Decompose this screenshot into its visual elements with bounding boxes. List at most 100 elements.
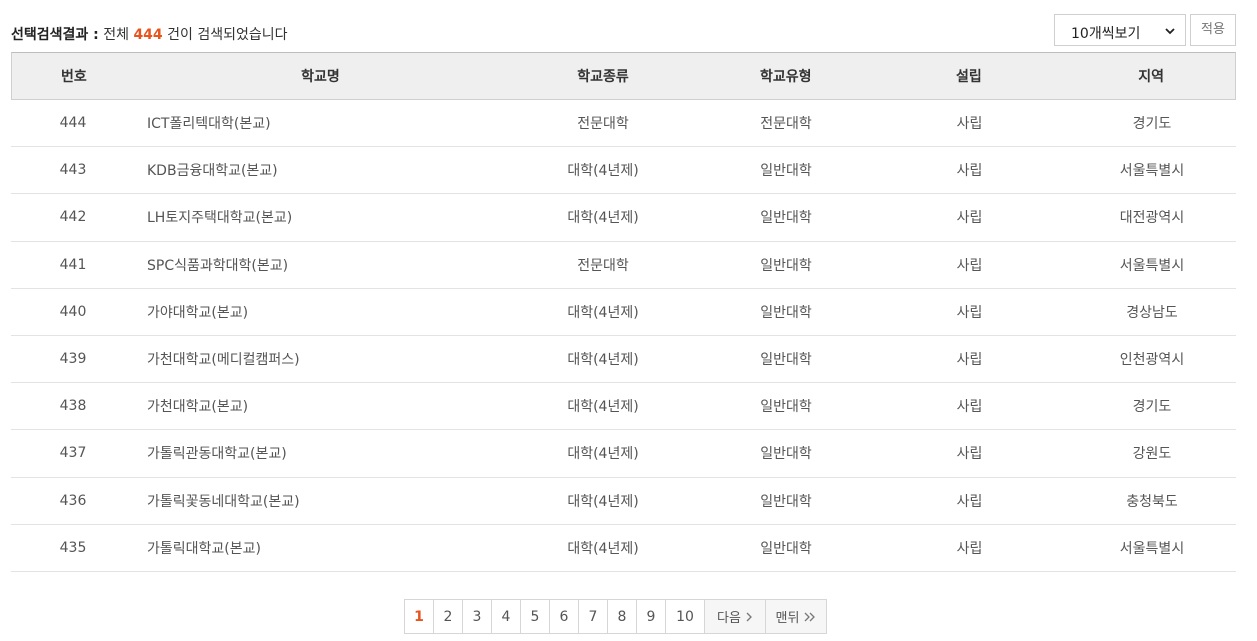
table-row[interactable]: 435 가톨릭대학교(본교) 대학(4년제) 일반대학 사립 서울특별시 [11, 525, 1236, 572]
school-establishment: 사립 [956, 446, 983, 463]
school-kind: 대학(4년제) [567, 446, 639, 463]
last-page-button[interactable]: 맨뒤 [765, 599, 827, 634]
result-prefix: 전체 [103, 27, 129, 43]
table-header: 번호 학교명 학교종류 학교유형 설립 지역 [11, 52, 1236, 100]
table-row[interactable]: 438 가천대학교(본교) 대학(4년제) 일반대학 사립 경기도 [11, 383, 1236, 431]
school-name[interactable]: 가천대학교(본교) [135, 396, 505, 416]
pagination-pages: 1 2 3 4 5 6 7 8 9 10 [404, 599, 705, 634]
per-page-select[interactable]: 10개씩보기 [1054, 14, 1186, 46]
table-row[interactable]: 441 SPC식품과학대학(본교) 전문대학 일반대학 사립 서울특별시 [11, 242, 1236, 289]
page-6-button[interactable]: 6 [549, 599, 579, 634]
page-10-button[interactable]: 10 [665, 599, 705, 634]
school-establishment: 사립 [956, 257, 983, 274]
school-region: 강원도 [1132, 446, 1172, 463]
table-row[interactable]: 444 ICT폴리텍대학(본교) 전문대학 전문대학 사립 경기도 [11, 100, 1236, 148]
table-row[interactable]: 439 가천대학교(메디컬캠퍼스) 대학(4년제) 일반대학 사립 인천광역시 [11, 336, 1236, 384]
apply-button[interactable]: 적용 [1190, 14, 1236, 46]
school-region: 대전광역시 [1119, 210, 1185, 227]
school-name[interactable]: ICT폴리텍대학(본교) [135, 113, 505, 133]
last-page-label: 맨뒤 [775, 611, 800, 626]
page-4-button[interactable]: 4 [491, 599, 521, 634]
school-establishment: 사립 [956, 493, 983, 510]
result-label: 선택검색결과 : [11, 27, 99, 43]
school-establishment: 사립 [956, 210, 983, 227]
school-no: 443 [59, 162, 87, 179]
table-row[interactable]: 443 KDB금융대학교(본교) 대학(4년제) 일반대학 사립 서울특별시 [11, 147, 1236, 195]
page-9-button[interactable]: 9 [636, 599, 666, 634]
result-toolbar: 선택검색결과 : 전체 444 건이 검색되었습니다 10개씩보기 적용 [11, 14, 1236, 48]
table-row[interactable]: 437 가톨릭관동대학교(본교) 대학(4년제) 일반대학 사립 강원도 [11, 430, 1236, 478]
school-establishment: 사립 [956, 116, 983, 133]
table-row[interactable]: 436 가톨릭꽃동네대학교(본교) 대학(4년제) 일반대학 사립 충청북도 [11, 478, 1236, 525]
school-name[interactable]: 가톨릭꽃동네대학교(본교) [135, 491, 505, 511]
chevron-right-icon [746, 612, 752, 621]
result-suffix: 건이 검색되었습니다 [167, 27, 288, 43]
school-type: 일반대학 [760, 446, 812, 463]
result-summary: 선택검색결과 : 전체 444 건이 검색되었습니다 [11, 24, 288, 44]
school-no: 439 [59, 351, 87, 368]
school-name[interactable]: 가톨릭관동대학교(본교) [135, 443, 505, 463]
school-name[interactable]: 가천대학교(메디컬캠퍼스) [135, 349, 505, 369]
next-page-button[interactable]: 다음 [704, 599, 766, 634]
school-type: 전문대학 [760, 116, 812, 133]
school-type: 일반대학 [760, 399, 812, 416]
school-name[interactable]: 가야대학교(본교) [135, 302, 505, 322]
table-row[interactable]: 440 가야대학교(본교) 대학(4년제) 일반대학 사립 경상남도 [11, 289, 1236, 336]
school-type: 일반대학 [760, 540, 812, 557]
school-name[interactable]: LH토지주택대학교(본교) [135, 207, 505, 227]
school-kind: 대학(4년제) [567, 210, 639, 227]
school-region: 서울특별시 [1119, 540, 1185, 557]
school-no: 441 [59, 256, 87, 273]
per-page-value: 10개씩보기 [1071, 26, 1141, 42]
next-page-label: 다음 [717, 611, 741, 626]
school-region: 경기도 [1132, 399, 1172, 416]
column-header-no: 번호 [61, 69, 87, 85]
page-8-button[interactable]: 8 [607, 599, 637, 634]
school-no: 444 [59, 115, 87, 132]
column-header-region: 지역 [1138, 69, 1164, 85]
column-header-kind: 학교종류 [577, 69, 629, 85]
school-region: 경상남도 [1126, 304, 1178, 321]
school-establishment: 사립 [956, 399, 983, 416]
page-3-button[interactable]: 3 [462, 599, 492, 634]
school-establishment: 사립 [956, 540, 983, 557]
school-type: 일반대학 [760, 304, 812, 321]
school-no: 438 [59, 398, 87, 415]
school-kind: 대학(4년제) [567, 304, 639, 321]
school-kind: 대학(4년제) [567, 352, 639, 369]
column-header-type: 학교유형 [759, 69, 812, 85]
school-name[interactable]: SPC식품과학대학(본교) [135, 255, 505, 275]
column-header-name: 학교명 [301, 69, 340, 85]
school-region: 서울특별시 [1119, 163, 1185, 180]
school-region: 충청북도 [1126, 493, 1178, 510]
table-body: 444 ICT폴리텍대학(본교) 전문대학 전문대학 사립 경기도 443 KDB금융대학교(… [11, 100, 1236, 572]
school-kind: 대학(4년제) [567, 399, 639, 416]
result-count: 444 [133, 27, 163, 43]
school-no: 442 [59, 209, 87, 226]
school-region: 경기도 [1132, 116, 1172, 133]
school-establishment: 사립 [956, 163, 983, 180]
school-establishment: 사립 [956, 352, 983, 369]
school-type: 일반대학 [760, 163, 812, 180]
school-type: 일반대학 [760, 352, 812, 369]
results-table: 번호 학교명 학교종류 학교유형 설립 지역 444 ICT폴리텍대학(본교) 전문… [11, 52, 1236, 572]
school-kind: 대학(4년제) [567, 540, 639, 557]
school-establishment: 사립 [956, 304, 983, 321]
school-name[interactable]: KDB금융대학교(본교) [135, 160, 505, 180]
school-kind: 대학(4년제) [567, 493, 639, 510]
school-name[interactable]: 가톨릭대학교(본교) [135, 538, 505, 558]
school-kind: 전문대학 [577, 257, 629, 274]
double-chevron-right-icon [804, 612, 816, 621]
school-type: 일반대학 [760, 493, 812, 510]
page-7-button[interactable]: 7 [578, 599, 608, 634]
table-row[interactable]: 442 LH토지주택대학교(본교) 대학(4년제) 일반대학 사립 대전광역시 [11, 194, 1236, 242]
school-region: 서울특별시 [1119, 257, 1185, 274]
page-5-button[interactable]: 5 [520, 599, 550, 634]
school-kind: 대학(4년제) [567, 163, 639, 180]
school-no: 436 [59, 492, 87, 509]
school-kind: 전문대학 [577, 116, 629, 133]
page-2-button[interactable]: 2 [433, 599, 463, 634]
page-1-button[interactable]: 1 [404, 599, 434, 634]
school-no: 437 [59, 445, 87, 462]
school-no: 435 [59, 539, 87, 556]
